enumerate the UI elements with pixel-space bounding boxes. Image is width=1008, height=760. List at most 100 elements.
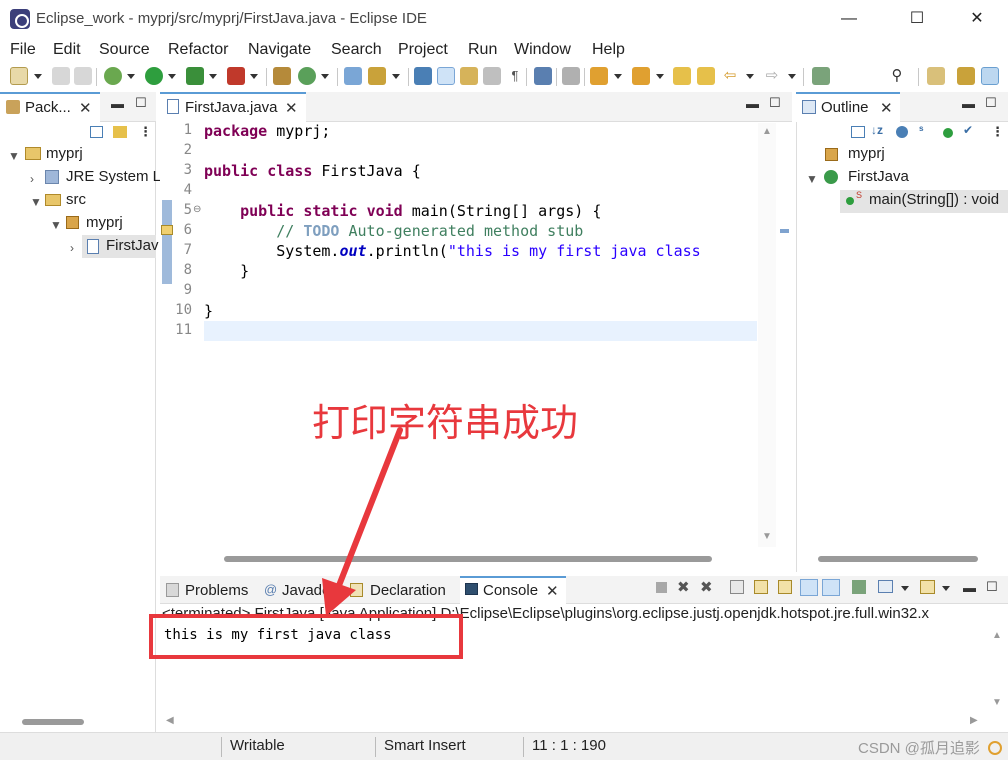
run-icon[interactable]	[145, 67, 163, 85]
new-class-dropdown-icon[interactable]	[321, 74, 329, 79]
view-menu-icon[interactable]: ⋮	[139, 124, 152, 140]
horizontal-scrollbar[interactable]	[22, 719, 84, 725]
previous-annotation-icon[interactable]	[632, 67, 650, 85]
forward-dropdown-icon[interactable]	[788, 74, 796, 79]
new-java-project-icon[interactable]	[273, 67, 291, 85]
expand-icon[interactable]: ▼	[8, 149, 20, 163]
minimize-view-icon[interactable]: ▬	[962, 96, 975, 111]
tree-item-project[interactable]: myprj	[46, 145, 83, 167]
maximize-view-icon[interactable]: ☐	[135, 95, 147, 111]
save-all-icon[interactable]	[74, 67, 92, 85]
search-icon[interactable]	[414, 67, 432, 85]
outline-item-method[interactable]: main(String[]) : void	[869, 191, 999, 213]
remove-all-icon[interactable]: ✖	[700, 578, 713, 596]
word-wrap-icon[interactable]	[778, 580, 792, 594]
horizontal-scrollbar[interactable]	[818, 556, 978, 562]
terminate-icon[interactable]	[656, 582, 667, 593]
view-menu-icon[interactable]: ⋮	[991, 124, 1004, 140]
previous-annotation-dropdown-icon[interactable]	[656, 74, 664, 79]
show-whitespace-icon[interactable]: ¶	[506, 67, 524, 85]
open-console-dropdown-icon[interactable]	[942, 586, 950, 591]
external-tools-icon[interactable]	[227, 67, 245, 85]
new-icon[interactable]	[10, 67, 28, 85]
code-line-1[interactable]: package myprj;	[204, 122, 330, 140]
forward-icon[interactable]: ⇨	[763, 67, 781, 85]
code-line-5[interactable]: public static void main(String[] args) {	[204, 202, 601, 220]
menu-refactor[interactable]: Refactor	[168, 41, 228, 59]
tree-item-java-file[interactable]: FirstJav	[106, 237, 159, 259]
scroll-right-icon[interactable]: ▶	[970, 715, 978, 726]
code-line-7[interactable]: System.out.println("this is my first jav…	[204, 242, 700, 260]
pin-console-icon[interactable]	[852, 580, 866, 594]
tree-item-src[interactable]: src	[66, 191, 86, 213]
close-tab-icon[interactable]: ✕	[546, 582, 559, 600]
forward-edit-icon[interactable]	[697, 67, 715, 85]
menu-window[interactable]: Window	[514, 41, 571, 59]
expand-icon[interactable]: ▼	[50, 218, 62, 232]
back-icon[interactable]: ⇦	[721, 67, 739, 85]
tab-problems[interactable]: Problems	[185, 582, 248, 599]
show-console-stdout-icon[interactable]	[800, 579, 818, 596]
open-type-icon[interactable]	[344, 67, 362, 85]
skip-breakpoints-icon[interactable]	[562, 67, 580, 85]
debug-icon[interactable]	[104, 67, 122, 85]
maximize-view-icon[interactable]: ☐	[986, 579, 998, 595]
next-annotation-icon[interactable]	[590, 67, 608, 85]
expand-icon[interactable]: ›	[70, 241, 74, 255]
clear-console-icon[interactable]	[730, 580, 744, 594]
outline-item-package[interactable]: myprj	[848, 145, 885, 167]
close-tab-icon[interactable]: ✕	[285, 99, 298, 117]
back-dropdown-icon[interactable]	[746, 74, 754, 79]
display-console-icon[interactable]	[878, 580, 893, 593]
collapse-all-icon[interactable]	[90, 126, 103, 138]
hide-non-public-icon[interactable]	[943, 128, 953, 138]
quick-access-search-icon[interactable]: ⚲	[888, 67, 906, 85]
menu-search[interactable]: Search	[331, 41, 382, 59]
open-task-dropdown-icon[interactable]	[392, 74, 400, 79]
external-tools-dropdown-icon[interactable]	[250, 74, 258, 79]
block-selection-icon[interactable]	[483, 67, 501, 85]
hide-fields-icon[interactable]	[896, 126, 908, 138]
console-icon[interactable]	[534, 67, 552, 85]
menu-help[interactable]: Help	[592, 41, 625, 59]
fold-icon[interactable]: ⊖	[193, 204, 201, 215]
coverage-dropdown-icon[interactable]	[209, 74, 217, 79]
coverage-icon[interactable]	[186, 67, 204, 85]
open-console-icon[interactable]	[920, 580, 935, 594]
menu-navigate[interactable]: Navigate	[248, 41, 311, 59]
close-button[interactable]: ✕	[954, 6, 1000, 32]
outline-item-class[interactable]: FirstJava	[848, 168, 909, 190]
save-icon[interactable]	[52, 67, 70, 85]
remove-launch-icon[interactable]: ✖	[677, 578, 690, 596]
scroll-up-icon[interactable]: ▲	[992, 630, 1002, 641]
tree-item-jre[interactable]: JRE System L	[66, 168, 161, 190]
show-console-stderr-icon[interactable]	[822, 579, 840, 596]
close-tab-icon[interactable]: ✕	[880, 99, 893, 117]
run-dropdown-icon[interactable]	[168, 74, 176, 79]
close-tab-icon[interactable]: ✕	[79, 99, 92, 117]
scroll-left-icon[interactable]: ◀	[166, 715, 174, 726]
link-with-editor-icon[interactable]	[113, 126, 127, 138]
next-annotation-dropdown-icon[interactable]	[614, 74, 622, 79]
maximize-view-icon[interactable]: ☐	[769, 95, 781, 111]
menu-source[interactable]: Source	[99, 41, 150, 59]
menu-file[interactable]: File	[10, 41, 36, 59]
hide-local-types-icon[interactable]: ✔	[963, 123, 973, 137]
java-perspective-icon[interactable]	[981, 67, 999, 85]
minimize-view-icon[interactable]: ▬	[111, 96, 124, 111]
debug-dropdown-icon[interactable]	[127, 74, 135, 79]
expand-icon[interactable]: ›	[30, 172, 34, 186]
display-console-dropdown-icon[interactable]	[901, 586, 909, 591]
pin-editor-icon[interactable]	[812, 67, 830, 85]
scroll-up-icon[interactable]: ▲	[762, 126, 772, 137]
tree-item-package[interactable]: myprj	[86, 214, 123, 236]
java-ee-perspective-icon[interactable]	[957, 67, 975, 85]
vertical-scrollbar[interactable]	[758, 123, 776, 547]
menu-project[interactable]: Project	[398, 41, 448, 59]
mark-occurrences-icon[interactable]	[437, 67, 455, 85]
open-task-icon[interactable]	[368, 67, 386, 85]
scroll-down-icon[interactable]: ▼	[762, 531, 772, 542]
minimize-view-icon[interactable]: ▬	[963, 580, 976, 595]
collapse-all-icon[interactable]	[851, 126, 865, 138]
code-line-8[interactable]: }	[204, 262, 249, 280]
